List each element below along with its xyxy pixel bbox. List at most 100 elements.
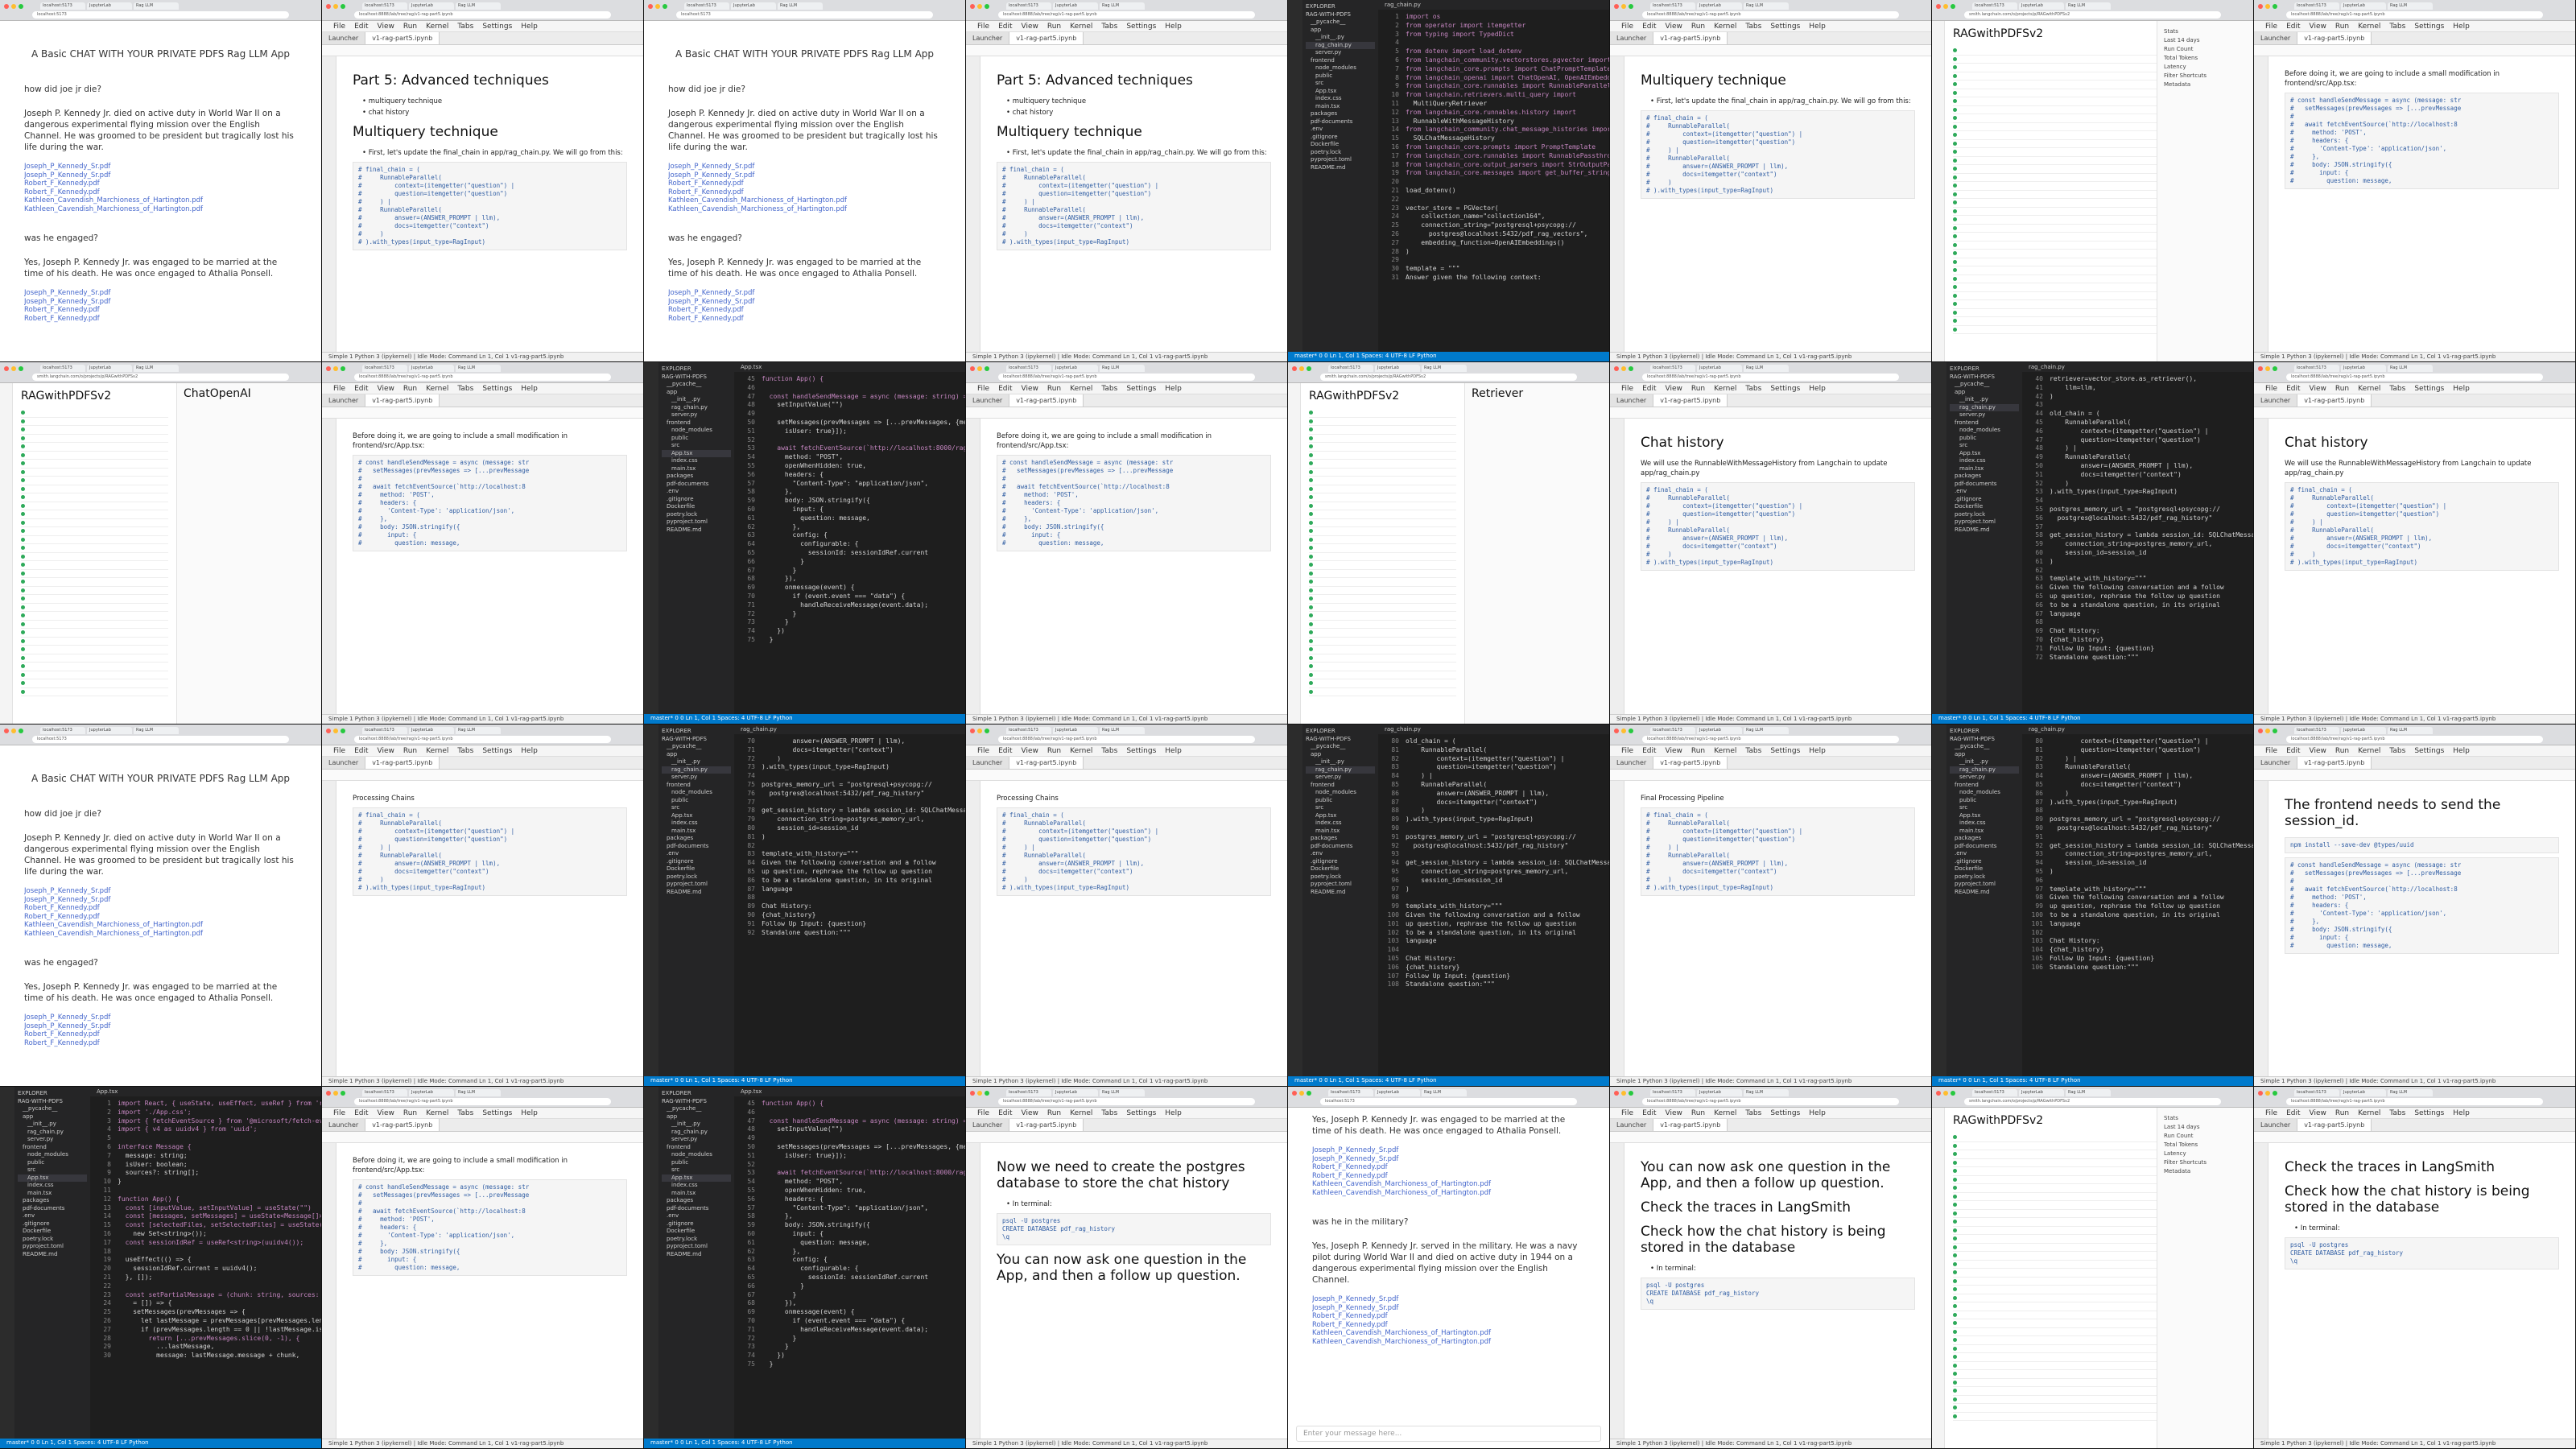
menu-item[interactable]: Kernel: [1070, 747, 1092, 755]
explorer-item[interactable]: frontend: [662, 782, 731, 790]
close-dot[interactable]: [1936, 1091, 1941, 1096]
browser-tab[interactable]: localhost:5173: [362, 727, 407, 734]
explorer-item[interactable]: index.css: [1950, 819, 2019, 828]
close-dot[interactable]: [4, 4, 9, 9]
browser-tab[interactable]: Rag LLM: [134, 2, 179, 10]
menu-item[interactable]: Kernel: [1714, 1109, 1736, 1117]
menu-item[interactable]: Help: [1809, 747, 1826, 755]
editor-tab[interactable]: rag_chain.py: [734, 724, 965, 734]
explorer-item[interactable]: server.py: [1950, 774, 2019, 782]
explorer-item[interactable]: .env: [1306, 850, 1375, 858]
menu-item[interactable]: Run: [2335, 747, 2349, 755]
source-link[interactable]: Joseph_P_Kennedy_Sr.pdf: [1312, 1146, 1585, 1155]
activity-bar[interactable]: [644, 724, 658, 1076]
address-bar[interactable]: localhost:8888/lab/tree/rag/v1-rag-part5…: [1642, 374, 1899, 381]
menu-item[interactable]: Tabs: [1745, 385, 1761, 393]
tab-launcher[interactable]: Launcher: [966, 32, 1010, 44]
trace-row[interactable]: [21, 646, 168, 654]
minimize-dot[interactable]: [1299, 1091, 1304, 1096]
left-sidebar[interactable]: [2254, 419, 2268, 714]
browser-tab[interactable]: JupyterLab: [731, 2, 776, 10]
menu-item[interactable]: Kernel: [1070, 23, 1092, 31]
source-link[interactable]: Joseph_P_Kennedy_Sr.pdf: [24, 1013, 297, 1022]
code-area[interactable]: 1 import React, { useState, useEffect, us…: [90, 1096, 321, 1360]
code-area[interactable]: 45 function App() {46 47 const handleSendM…: [734, 1096, 965, 1369]
tab-notebook[interactable]: v1-rag-part5.ipynb: [1653, 1119, 1728, 1131]
menu-item[interactable]: View: [378, 1109, 394, 1117]
explorer-item[interactable]: pyproject.toml: [662, 881, 731, 889]
menu-item[interactable]: File: [1621, 747, 1633, 755]
address-bar[interactable]: localhost:5173: [1320, 1098, 1577, 1105]
window-controls[interactable]: [326, 366, 345, 371]
trace-row[interactable]: [1309, 510, 1456, 519]
tab-launcher[interactable]: Launcher: [322, 757, 366, 769]
explorer-item[interactable]: rag_chain.py: [662, 766, 731, 774]
explorer-item[interactable]: public: [1950, 435, 2019, 443]
trace-row[interactable]: [21, 663, 168, 671]
minimize-dot[interactable]: [977, 1091, 982, 1096]
menu-item[interactable]: File: [2265, 747, 2277, 755]
address-bar[interactable]: localhost:8888/lab/tree/rag/v1-rag-part5…: [2286, 11, 2543, 19]
close-dot[interactable]: [4, 729, 9, 733]
tab-notebook[interactable]: v1-rag-part5.ipynb: [2297, 32, 2372, 44]
menu-item[interactable]: Edit: [998, 1109, 1012, 1117]
explorer-item[interactable]: .env: [18, 1212, 87, 1220]
left-sidebar[interactable]: [2254, 56, 2268, 352]
source-link[interactable]: Robert_F_Kennedy.pdf: [24, 306, 297, 315]
code-cell[interactable]: # const handleSendMessage = async (messa…: [2285, 93, 2559, 189]
notebook-toolbar[interactable]: [1610, 770, 1931, 781]
browser-tab[interactable]: Rag LLM: [2388, 1089, 2433, 1096]
browser-tab[interactable]: JupyterLab: [2019, 1089, 2064, 1096]
trace-row[interactable]: [1309, 452, 1456, 460]
explorer-item[interactable]: app: [662, 751, 731, 759]
explorer-item[interactable]: main.tsx: [1950, 465, 2019, 473]
menu-item[interactable]: Kernel: [426, 747, 448, 755]
explorer-item[interactable]: rag_chain.py: [1950, 403, 2019, 411]
activity-bar[interactable]: [1288, 724, 1302, 1076]
browser-tab[interactable]: localhost:5173: [1650, 365, 1695, 372]
trace-row[interactable]: [21, 561, 168, 570]
explorer-item[interactable]: __pycache__: [1306, 743, 1375, 751]
trace-row[interactable]: [1309, 418, 1456, 426]
menu-item[interactable]: Help: [1165, 1109, 1182, 1117]
explorer-item[interactable]: poetry.lock: [662, 1236, 731, 1244]
maximize-dot[interactable]: [1629, 4, 1633, 9]
explorer-item[interactable]: server.py: [662, 774, 731, 782]
menu-item[interactable]: Help: [2453, 23, 2470, 31]
activity-bar[interactable]: [1932, 362, 1946, 714]
left-sidebar[interactable]: [322, 781, 336, 1076]
menu-item[interactable]: Help: [521, 385, 538, 393]
menu-item[interactable]: Help: [521, 23, 538, 31]
explorer-item[interactable]: public: [662, 435, 731, 443]
minimize-dot[interactable]: [2265, 729, 2270, 733]
explorer-item[interactable]: main.tsx: [1950, 828, 2019, 836]
explorer-item[interactable]: RAG-WITH-PDFS: [1950, 736, 2019, 744]
close-dot[interactable]: [1292, 366, 1297, 371]
explorer-item[interactable]: .env: [1306, 126, 1375, 134]
trace-row[interactable]: [1309, 663, 1456, 671]
menu-item[interactable]: Settings: [482, 747, 512, 755]
browser-tab[interactable]: localhost:5173: [1328, 1089, 1373, 1096]
menu-item[interactable]: Tabs: [457, 385, 473, 393]
trace-row[interactable]: [1309, 612, 1456, 621]
menu-item[interactable]: Run: [2335, 23, 2349, 31]
notebook-toolbar[interactable]: [2254, 407, 2575, 419]
explorer-item[interactable]: README.md: [1950, 889, 2019, 897]
source-link[interactable]: Joseph_P_Kennedy_Sr.pdf: [1312, 1295, 1585, 1304]
menu-item[interactable]: Settings: [482, 1109, 512, 1117]
langsmith-nav[interactable]: [0, 383, 13, 724]
explorer-item[interactable]: Dockerfile: [662, 503, 731, 511]
code-cell[interactable]: # final_chain = ( # RunnableParallel( # …: [353, 162, 627, 250]
browser-tab[interactable]: JupyterLab: [2341, 727, 2386, 734]
trace-row[interactable]: [21, 553, 168, 561]
notebook-toolbar[interactable]: [2254, 45, 2575, 56]
menu-item[interactable]: Settings: [2414, 385, 2444, 393]
browser-tab[interactable]: Rag LLM: [2388, 2, 2433, 10]
menu-item[interactable]: Tabs: [1745, 747, 1761, 755]
minimize-dot[interactable]: [1621, 1091, 1626, 1096]
source-link[interactable]: Joseph_P_Kennedy_Sr.pdf: [24, 896, 297, 905]
maximize-dot[interactable]: [2273, 1091, 2277, 1096]
browser-tab[interactable]: localhost:5173: [40, 727, 85, 734]
source-link[interactable]: Kathleen_Cavendish_Marchioness_of_Hartin…: [1312, 1338, 1585, 1347]
maximize-dot[interactable]: [985, 366, 989, 371]
